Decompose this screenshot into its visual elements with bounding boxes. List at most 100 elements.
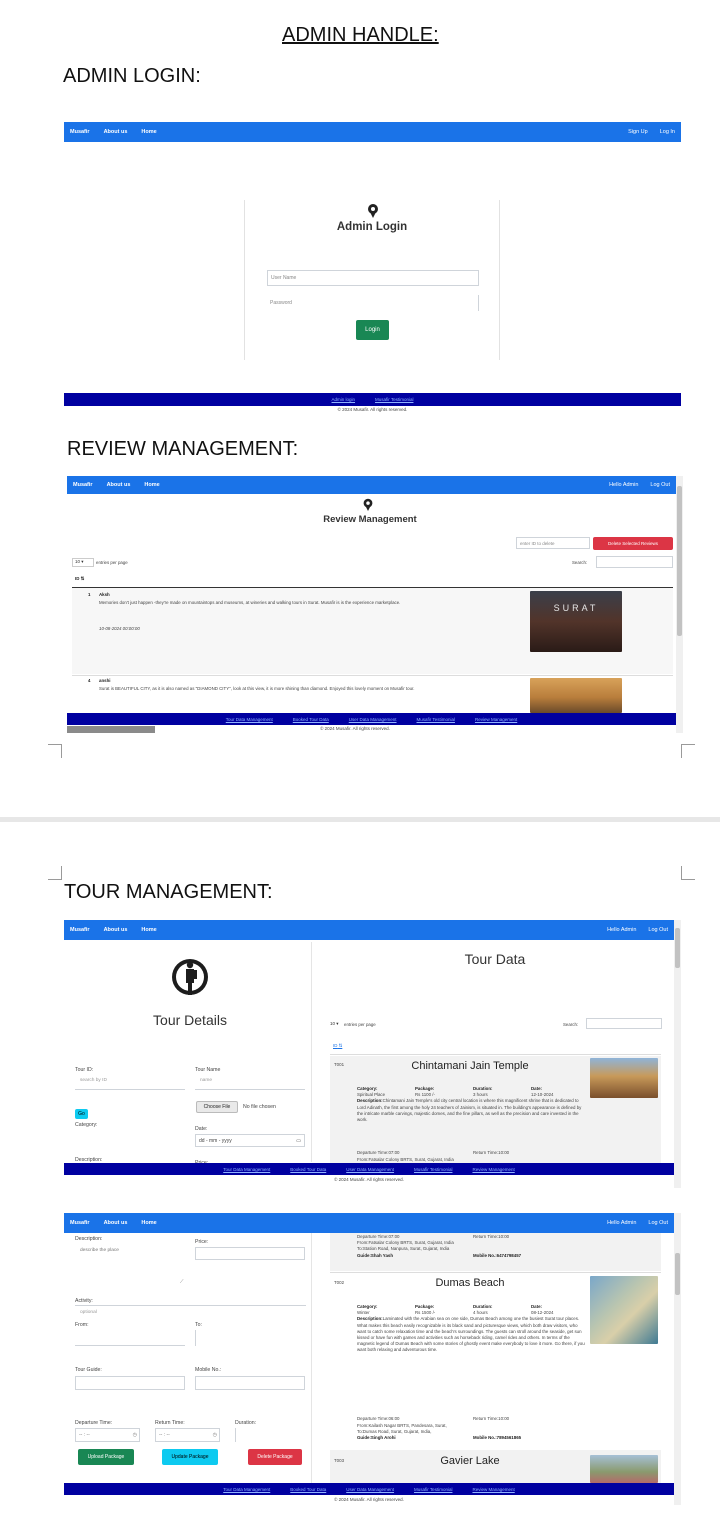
footer-links: Tour Data Management Booked Tour Data Us…	[64, 1163, 674, 1175]
go-button[interactable]: Go	[75, 1109, 88, 1119]
duration-input[interactable]	[235, 1428, 305, 1442]
clock-icon[interactable]: ◷	[213, 1432, 217, 1438]
footer-tour-data-link[interactable]: Tour Data Management	[226, 717, 273, 722]
crop-mark	[681, 866, 695, 880]
scrollbar[interactable]	[674, 1213, 681, 1505]
page-break	[0, 817, 720, 822]
nav-home[interactable]: Home	[141, 1220, 156, 1226]
scrollbar[interactable]	[676, 476, 683, 733]
brand-link[interactable]: Musafir	[73, 482, 93, 488]
record-image	[590, 1058, 658, 1098]
nav-home[interactable]: Home	[144, 482, 159, 488]
nav-about[interactable]: About us	[107, 482, 131, 488]
nav-home[interactable]: Home	[141, 927, 156, 933]
tour-id-input[interactable]: search by ID	[80, 1078, 107, 1083]
entries-select[interactable]: 10 ▾	[72, 558, 94, 567]
section-heading-review: REVIEW MANAGEMENT:	[67, 438, 299, 460]
review-text: Memories don't just happen -they're made…	[99, 600, 401, 605]
mobile-input[interactable]	[195, 1376, 305, 1390]
price-label: Price:	[195, 1239, 209, 1245]
nav-signup[interactable]: Sign Up	[628, 129, 648, 135]
departure-input[interactable]: -- : -- ◷	[75, 1428, 140, 1442]
footer-booked-link[interactable]: Booked Tour Data	[290, 1487, 326, 1492]
no-file-label: No file chosen	[243, 1104, 276, 1110]
tour-name-input[interactable]: name	[200, 1078, 212, 1083]
delete-id-input[interactable]: enter ID to delete	[516, 537, 590, 549]
reviewer-name: Aksh	[99, 592, 110, 597]
entries-label: entries per page	[96, 560, 128, 565]
image-caption: SURAT	[553, 603, 599, 613]
footer-tour-data-link[interactable]: Tour Data Management	[223, 1487, 270, 1492]
footer-review-link[interactable]: Review Management	[472, 1487, 514, 1492]
password-input[interactable]: Password	[267, 295, 479, 311]
footer-review-link[interactable]: Review Management	[475, 717, 517, 722]
review-id: 1	[88, 592, 91, 597]
price-input[interactable]	[195, 1247, 305, 1260]
nav-hello-admin: Hello Admin	[607, 1220, 637, 1226]
crop-mark	[48, 744, 62, 758]
return-input[interactable]: -- : -- ◷	[155, 1428, 220, 1442]
nav-logout[interactable]: Log Out	[650, 482, 670, 488]
nav-home[interactable]: Home	[141, 129, 156, 135]
nav-login[interactable]: Log In	[660, 129, 675, 135]
upload-package-button[interactable]: Upload Package	[78, 1449, 134, 1465]
copyright: © 2024 Musafir. All rights reserved.	[334, 1497, 404, 1502]
footer-review-link[interactable]: Review Management	[472, 1167, 514, 1172]
choose-file-button[interactable]: Choose File	[196, 1101, 238, 1113]
category-label: Category:	[75, 1122, 98, 1128]
brand-link[interactable]: Musafir	[70, 129, 90, 135]
footer-booked-link[interactable]: Booked Tour Data	[293, 717, 329, 722]
login-button[interactable]: Login	[356, 320, 389, 340]
nav-about[interactable]: About us	[104, 129, 128, 135]
tour-entries-select[interactable]: 10 ▾	[330, 1021, 339, 1027]
navbar: Musafir About us Home Hello Admin Log Ou…	[64, 1213, 674, 1233]
clock-icon[interactable]: ◷	[133, 1432, 137, 1438]
input-underline	[195, 1089, 305, 1090]
search-input[interactable]	[596, 556, 673, 568]
from-input[interactable]	[75, 1330, 185, 1346]
footer-admin-login-link[interactable]: Admin login	[332, 397, 356, 402]
to-input[interactable]	[195, 1330, 305, 1346]
footer-testimonial-link[interactable]: Musafir Testimonial	[417, 717, 455, 722]
brand-link[interactable]: Musafir	[70, 1220, 90, 1226]
nav-logout[interactable]: Log Out	[648, 927, 668, 933]
footer-testimonial-link[interactable]: Musafir Testimonial	[375, 397, 413, 402]
section-heading-admin-login: ADMIN LOGIN:	[63, 65, 201, 87]
resize-handle[interactable]: ⟋	[180, 1279, 184, 1286]
footer-booked-link[interactable]: Booked Tour Data	[290, 1167, 326, 1172]
nav-about[interactable]: About us	[104, 927, 128, 933]
username-input[interactable]: User Name	[267, 270, 479, 286]
input-underline	[75, 1305, 306, 1306]
return-label: Return Time:	[155, 1420, 185, 1426]
brand-link[interactable]: Musafir	[70, 927, 90, 933]
footer-user-link[interactable]: User Data Management	[346, 1167, 394, 1172]
nav-about[interactable]: About us	[104, 1220, 128, 1226]
footer-user-link[interactable]: User Data Management	[349, 717, 397, 722]
record-meta: Category: Spiritual Place Package: Rs 1100…	[357, 1086, 582, 1162]
nav-logout[interactable]: Log Out	[648, 1220, 668, 1226]
copyright: © 2024 Musafir. All rights reserved.	[334, 1177, 404, 1182]
section-heading-tour: TOUR MANAGEMENT:	[64, 881, 273, 903]
id-column-header[interactable]: ID ⇅	[75, 576, 84, 582]
navbar: Musafir About us Home Hello Admin Log Ou…	[64, 920, 674, 940]
tour-name-label: Tour Name	[195, 1067, 221, 1073]
tour-id-header[interactable]: ID ⇅	[333, 1043, 342, 1049]
guide-input[interactable]	[75, 1376, 185, 1390]
delete-reviews-button[interactable]: Delete Selected Reviews	[593, 537, 673, 550]
date-input[interactable]: dd - mm - yyyy ▭	[195, 1134, 305, 1147]
globe-pin-icon	[363, 498, 373, 511]
update-package-button[interactable]: Update Package	[162, 1449, 218, 1465]
tour-search-input[interactable]	[586, 1018, 662, 1029]
activity-input[interactable]: optional	[80, 1310, 97, 1315]
footer-user-link[interactable]: User Data Management	[346, 1487, 394, 1492]
calendar-icon[interactable]: ▭	[296, 1138, 301, 1144]
search-label: Search:	[572, 560, 588, 565]
footer-tour-data-link[interactable]: Tour Data Management	[223, 1167, 270, 1172]
footer-testimonial-link[interactable]: Musafir Testimonial	[414, 1487, 452, 1492]
footer-testimonial-link[interactable]: Musafir Testimonial	[414, 1167, 452, 1172]
header-rule	[330, 1054, 661, 1055]
scrollbar[interactable]	[674, 920, 681, 1188]
description-input[interactable]: describe the place	[80, 1248, 119, 1253]
crop-mark	[48, 866, 62, 880]
delete-package-button[interactable]: Delete Package	[248, 1449, 302, 1465]
